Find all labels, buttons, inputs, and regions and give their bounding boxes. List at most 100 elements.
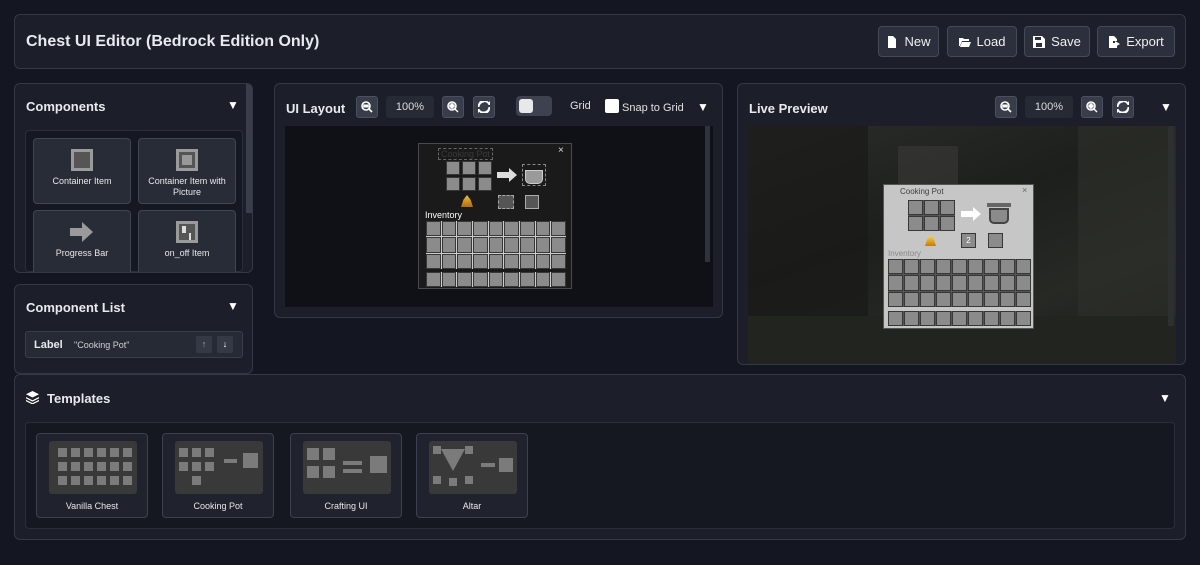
preview-zoom-in-button[interactable] (1081, 96, 1103, 118)
template-label: Crafting UI (324, 501, 368, 511)
toggle-item-icon (176, 221, 198, 243)
file-icon (888, 35, 897, 48)
snap-to-grid-checkbox[interactable] (605, 99, 619, 113)
close-icon[interactable]: × (558, 145, 564, 156)
snap-to-grid-label: Snap to Grid (622, 102, 684, 114)
progress-arrow-icon[interactable] (497, 168, 517, 182)
new-button[interactable]: New (878, 26, 939, 57)
load-button[interactable]: Load (947, 26, 1017, 57)
components-scrollbar[interactable] (246, 84, 252, 213)
collapse-templates-caret-icon[interactable]: ▼ (1159, 391, 1171, 405)
collapse-component-list-caret-icon[interactable]: ▼ (227, 299, 239, 313)
live-preview-panel: Live Preview 100% ▼ Cooking Pot × 2 Inve… (737, 83, 1186, 365)
template-crafting-ui[interactable]: Crafting UI (290, 433, 402, 518)
move-down-button[interactable]: ↓ (217, 336, 233, 353)
editor-title-label[interactable]: Cooking Pot (438, 148, 494, 160)
preview-ui-title: Cooking Pot (900, 187, 944, 196)
preview-input-grid (908, 200, 955, 231)
preview-bowl-slot: 2 (961, 233, 976, 248)
live-preview-title: Live Preview (749, 101, 828, 116)
component-on-off-item[interactable]: on_off Item (138, 210, 236, 272)
layers-icon (26, 391, 39, 404)
ui-layout-title: UI Layout (286, 101, 346, 116)
component-value: "Cooking Pot" (74, 340, 130, 350)
component-label: on_off Item (164, 248, 210, 258)
component-label: Progress Bar (55, 248, 109, 258)
grid-label: Grid (570, 100, 591, 112)
preview-zoom-level: 100% (1025, 96, 1073, 118)
export-label: Export (1126, 34, 1164, 49)
preview-inventory-grid (888, 259, 1031, 307)
preview-hotbar-grid (888, 311, 1031, 326)
floppy-disk-icon (1033, 35, 1046, 48)
cooking-pot-output[interactable] (522, 164, 546, 186)
save-label: Save (1051, 34, 1081, 49)
component-container-item-with-picture[interactable]: Container Item with Picture (138, 138, 236, 204)
preview-chest-ui: Cooking Pot × 2 Inventory (883, 184, 1034, 329)
editor-input-grid[interactable] (446, 161, 492, 191)
component-progress-bar[interactable]: Progress Bar (33, 210, 131, 272)
component-label: Container Item with Picture (148, 176, 226, 197)
template-preview (49, 441, 137, 494)
result-slot[interactable] (525, 195, 539, 209)
zoom-in-icon (1086, 101, 1098, 113)
grid-toggle[interactable] (516, 96, 552, 116)
app-title: Chest UI Editor (Bedrock Edition Only) (26, 33, 320, 50)
preview-result-slot (988, 233, 1003, 248)
template-label: Altar (462, 501, 482, 511)
refresh-icon (1117, 101, 1129, 113)
preview-inventory-label: Inventory (888, 249, 921, 258)
preview-flame-icon (925, 235, 936, 246)
component-list-panel: Component List ▼ Label "Cooking Pot" ↑ ↓ (14, 284, 253, 374)
template-label: Cooking Pot (193, 501, 243, 511)
editor-inventory-grid[interactable] (426, 221, 566, 269)
layout-scrollbar[interactable] (705, 126, 710, 262)
component-label: Container Item (52, 176, 112, 186)
template-vanilla-chest[interactable]: Vanilla Chest (36, 433, 148, 518)
component-list-row[interactable]: Label "Cooking Pot" ↑ ↓ (25, 331, 243, 358)
export-file-icon (1109, 35, 1121, 48)
template-label: Vanilla Chest (65, 501, 119, 511)
preview-arrow-icon (961, 207, 981, 221)
new-label: New (904, 34, 931, 49)
collapse-components-caret-icon[interactable]: ▼ (227, 98, 239, 112)
export-button[interactable]: Export (1097, 26, 1175, 57)
flame-icon[interactable] (461, 195, 473, 207)
refresh-icon (478, 101, 490, 113)
collapse-preview-caret-icon[interactable]: ▼ (1160, 100, 1172, 114)
components-title: Components (26, 99, 106, 114)
preview-close-icon[interactable]: × (1022, 185, 1027, 195)
load-label: Load (976, 34, 1006, 49)
inventory-label[interactable]: Inventory (425, 210, 462, 220)
reset-zoom-button[interactable] (473, 96, 495, 118)
components-grid: Container Item Container Item with Pictu… (25, 130, 243, 272)
zoom-level: 100% (386, 96, 434, 118)
collapse-ui-layout-caret-icon[interactable]: ▼ (697, 100, 709, 114)
preview-reset-button[interactable] (1112, 96, 1134, 118)
zoom-in-icon (447, 101, 459, 113)
zoom-out-icon (361, 101, 373, 113)
top-bar: Chest UI Editor (Bedrock Edition Only) N… (14, 14, 1186, 69)
preview-background: Cooking Pot × 2 Inventory (748, 126, 1176, 364)
container-item-icon (71, 149, 93, 171)
preview-zoom-out-button[interactable] (995, 96, 1017, 118)
template-cooking-pot[interactable]: Cooking Pot (162, 433, 274, 518)
component-container-item[interactable]: Container Item (33, 138, 131, 204)
save-button[interactable]: Save (1024, 26, 1090, 57)
templates-title: Templates (47, 391, 111, 406)
editor-hotbar-grid[interactable] (426, 272, 566, 287)
editor-chest-ui[interactable]: Cooking Pot × Inventory (418, 143, 572, 289)
template-altar[interactable]: Altar (416, 433, 528, 518)
ui-layout-panel: UI Layout 100% Grid Snap to Grid ▼ Cooki… (274, 83, 723, 318)
move-up-button[interactable]: ↑ (196, 336, 212, 353)
bowl-slot[interactable] (498, 195, 514, 209)
template-preview (175, 441, 263, 494)
zoom-out-icon (1000, 101, 1012, 113)
layout-canvas[interactable]: Cooking Pot × Inventory (285, 126, 713, 307)
zoom-in-button[interactable] (442, 96, 464, 118)
preview-scrollbar[interactable] (1168, 126, 1174, 326)
arrow-right-icon (70, 222, 93, 242)
component-type: Label (34, 339, 63, 351)
components-panel: Components ▼ Container Item Container It… (14, 83, 253, 273)
zoom-out-button[interactable] (356, 96, 378, 118)
